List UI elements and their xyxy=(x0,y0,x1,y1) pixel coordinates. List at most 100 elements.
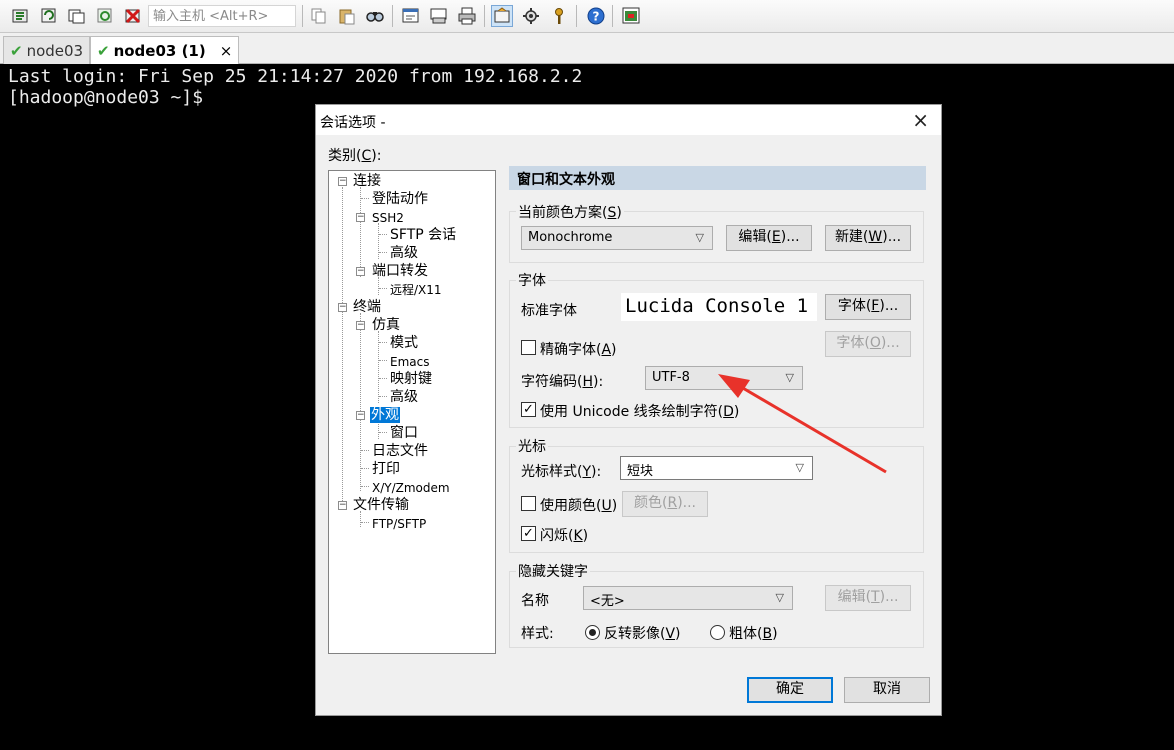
host-input[interactable] xyxy=(148,5,296,27)
copy-icon[interactable] xyxy=(308,5,330,27)
tree-item-log-file[interactable]: 日志文件 xyxy=(372,442,428,460)
tree-item-emulation[interactable]: 仿真 xyxy=(372,316,400,334)
session-options-icon[interactable] xyxy=(491,5,513,27)
tree-line xyxy=(379,234,387,235)
reconnect-icon[interactable] xyxy=(38,5,60,27)
cancel-button[interactable]: 取消 xyxy=(844,677,930,703)
tree-line xyxy=(379,396,387,397)
tree-item-mapped-keys[interactable]: 映射键 xyxy=(390,370,432,388)
print-preview-icon[interactable] xyxy=(428,5,450,27)
tree-item-port-forwarding[interactable]: 端口转发 xyxy=(372,262,428,280)
collapse-toggle[interactable]: − xyxy=(338,303,347,312)
new-session-icon[interactable] xyxy=(10,5,32,27)
font-preview: Lucida Console 1 xyxy=(621,293,817,321)
terminal-line: Last login: Fri Sep 25 21:14:27 2020 fro… xyxy=(8,66,583,87)
tab-node03[interactable]: ✔ node03 xyxy=(3,36,91,64)
tree-line xyxy=(379,342,387,343)
tab-label: node03 xyxy=(26,41,84,60)
cursor-color-button: 颜色(R)... xyxy=(622,491,708,517)
tree-item-connection[interactable]: 连接 xyxy=(353,172,381,190)
screen-icon[interactable] xyxy=(620,5,642,27)
help-icon[interactable]: ? xyxy=(585,5,607,27)
tree-item-appearance[interactable]: 外观 xyxy=(370,406,400,424)
connected-check-icon: ✔ xyxy=(97,42,110,60)
disconnect-icon[interactable] xyxy=(122,5,144,27)
keyword-style-label: 样式: xyxy=(521,626,554,642)
find-icon[interactable] xyxy=(364,5,386,27)
toolbar-separator xyxy=(576,5,577,27)
tree-line xyxy=(360,187,361,277)
color-scheme-new-button[interactable]: 新建(W)... xyxy=(825,225,911,251)
global-options-icon[interactable] xyxy=(520,5,542,27)
tree-item-terminal[interactable]: 终端 xyxy=(353,298,381,316)
use-color-checkbox[interactable] xyxy=(521,496,536,511)
bold-label: 粗体(B) xyxy=(729,626,778,642)
tree-item-login-actions[interactable]: 登陆动作 xyxy=(372,190,428,208)
paste-icon[interactable] xyxy=(336,5,358,27)
print-setup-icon[interactable] xyxy=(400,5,422,27)
clone-session-icon[interactable] xyxy=(66,5,88,27)
ok-button[interactable]: 确定 xyxy=(747,677,833,703)
precise-font-checkbox[interactable] xyxy=(521,340,536,355)
tree-item-window[interactable]: 窗口 xyxy=(390,424,418,442)
toolbar-separator xyxy=(302,5,303,27)
tree-item-ssh2[interactable]: SSH2 xyxy=(372,209,404,227)
reverse-video-radio[interactable] xyxy=(585,625,600,640)
tree-item-advanced[interactable]: 高级 xyxy=(390,388,418,406)
collapse-toggle[interactable]: − xyxy=(356,213,365,222)
dialog-title-bar[interactable]: 会话选项 - × xyxy=(316,105,941,135)
tab-bar: ✔ node03 ✔ node03 (1) × xyxy=(0,33,1174,65)
reconnect-all-icon[interactable] xyxy=(94,5,116,27)
tab-close-icon[interactable]: × xyxy=(220,42,233,60)
print-icon[interactable] xyxy=(456,5,478,27)
tree-line xyxy=(378,223,379,259)
tree-line xyxy=(361,486,369,487)
tree-item-sftp-session[interactable]: SFTP 会话 xyxy=(390,226,456,244)
toolbar-separator xyxy=(484,5,485,27)
keyword-name-select[interactable]: <无> ▽ xyxy=(583,586,793,610)
tree-item-ftp-sftp[interactable]: FTP/SFTP xyxy=(372,515,426,533)
color-scheme-edit-button[interactable]: 编辑(E)... xyxy=(726,225,812,251)
cursor-style-label: 光标样式(Y): xyxy=(521,464,602,480)
font-group-label: 字体 xyxy=(516,270,548,290)
encoding-label: 字符编码(H): xyxy=(521,374,604,390)
collapse-toggle[interactable]: − xyxy=(356,267,365,276)
color-scheme-select[interactable]: Monochrome ▽ xyxy=(521,226,713,250)
collapse-toggle[interactable]: − xyxy=(356,411,365,420)
keyword-name-label: 名称 xyxy=(521,593,549,609)
bold-radio[interactable] xyxy=(710,625,725,640)
collapse-toggle[interactable]: − xyxy=(356,321,365,330)
panel-title: 窗口和文本外观 xyxy=(509,166,926,190)
tree-line xyxy=(379,378,387,379)
tree-item-emacs[interactable]: Emacs xyxy=(390,353,429,371)
tree-item-file-transfer[interactable]: 文件传输 xyxy=(353,496,409,514)
blink-checkbox[interactable]: ✓ xyxy=(521,526,536,541)
tree-item-xyzmodem[interactable]: X/Y/Zmodem xyxy=(372,479,450,497)
unicode-line-drawing-checkbox[interactable]: ✓ xyxy=(521,402,536,417)
collapse-toggle[interactable]: − xyxy=(338,177,347,186)
tree-line xyxy=(379,288,387,289)
hidden-keywords-label: 隐藏关键字 xyxy=(516,561,590,581)
tree-line xyxy=(361,468,369,469)
precise-font-label: 精确字体(A) xyxy=(540,342,617,358)
reverse-video-label: 反转影像(V) xyxy=(604,626,681,642)
tree-line xyxy=(361,198,369,199)
key-icon[interactable] xyxy=(548,5,570,27)
color-scheme-label: 当前颜色方案(S) xyxy=(516,202,624,222)
blink-label: 闪烁(K) xyxy=(540,528,589,544)
annotation-arrow xyxy=(718,374,887,474)
tree-item-remote-x11[interactable]: 远程/X11 xyxy=(390,281,442,299)
standard-font-label: 标准字体 xyxy=(521,303,577,319)
dialog-close-icon[interactable]: × xyxy=(912,108,929,132)
cursor-group-label: 光标 xyxy=(516,436,548,456)
category-tree[interactable]: − 连接 登陆动作 − SSH2 SFTP 会话 高级 − 端口转发 远程/X1… xyxy=(328,170,496,654)
chevron-down-icon: ▽ xyxy=(695,231,704,244)
tree-item-advanced[interactable]: 高级 xyxy=(390,244,418,262)
tree-item-printing[interactable]: 打印 xyxy=(372,460,400,478)
collapse-toggle[interactable]: − xyxy=(338,501,347,510)
tab-node03-1[interactable]: ✔ node03 (1) × xyxy=(90,36,240,65)
tree-item-modes[interactable]: 模式 xyxy=(390,334,418,352)
chevron-down-icon: ▽ xyxy=(775,591,784,604)
font-button[interactable]: 字体(F)... xyxy=(825,294,911,320)
tree-line xyxy=(360,313,361,491)
